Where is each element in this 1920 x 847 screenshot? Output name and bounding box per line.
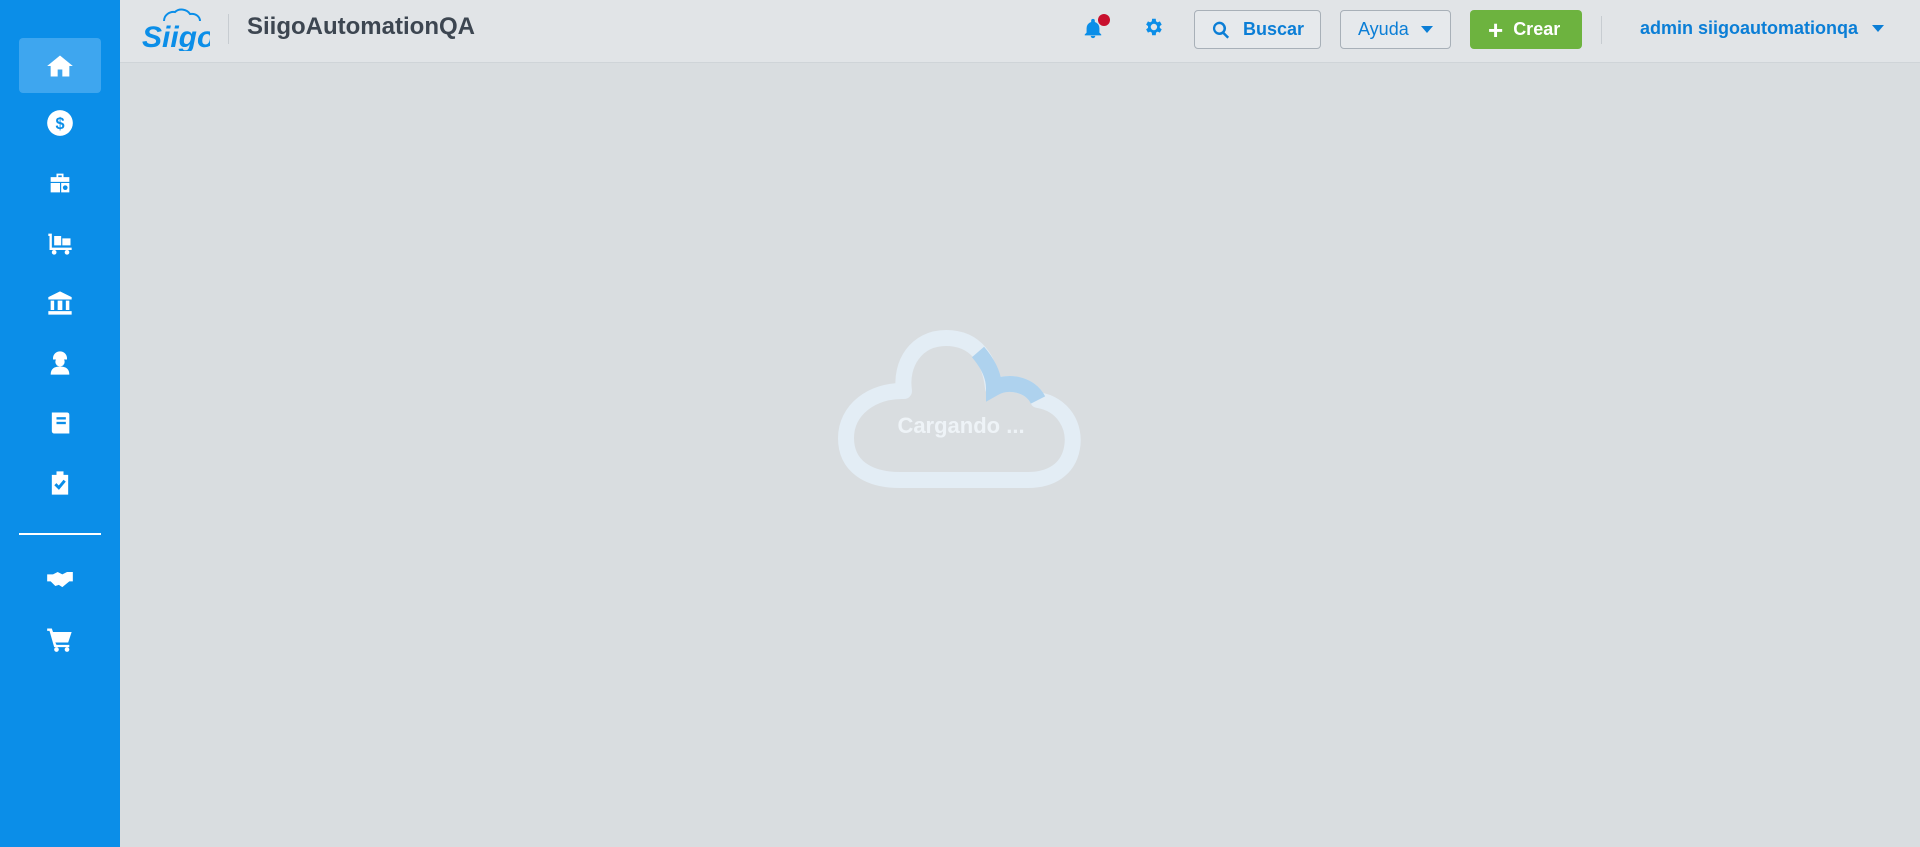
sidebar-item-banks[interactable] — [19, 275, 101, 330]
loading-indicator: Cargando ... — [838, 328, 1084, 488]
create-button[interactable]: + Crear — [1470, 10, 1582, 49]
help-dropdown[interactable]: Ayuda — [1340, 10, 1451, 49]
book-icon — [51, 412, 70, 433]
header-divider — [1601, 16, 1602, 44]
handshake-icon — [47, 571, 73, 587]
search-button[interactable]: Buscar — [1194, 10, 1321, 49]
svg-text:Siigo: Siigo — [142, 21, 210, 51]
home-icon — [47, 55, 73, 76]
loading-text: Cargando ... — [897, 413, 1025, 438]
sidebar-item-payroll[interactable] — [19, 335, 101, 390]
gear-icon — [1146, 18, 1162, 36]
sidebar-item-inventory[interactable] — [19, 215, 101, 270]
sidebar-divider — [19, 533, 101, 535]
shopping-cart-icon — [47, 628, 72, 652]
briefcase-icon — [50, 173, 70, 192]
sidebar-item-store[interactable] — [19, 611, 101, 666]
search-label: Buscar — [1243, 19, 1305, 39]
sidebar-item-accounting[interactable] — [19, 395, 101, 450]
chevron-down-icon — [1420, 26, 1433, 33]
bank-icon — [48, 290, 72, 315]
dollar-icon: $ — [47, 109, 73, 136]
top-header: Siigo SiigoAutomationQA Buscar Ayuda + C… — [120, 0, 1920, 63]
settings-button[interactable] — [1142, 16, 1166, 40]
siigo-logo[interactable]: Siigo — [140, 7, 215, 54]
sidebar-item-sales[interactable] — [19, 155, 101, 210]
company-name: SiigoAutomationQA — [247, 13, 475, 40]
chevron-down-icon — [1872, 25, 1885, 32]
worker-icon — [50, 350, 70, 375]
plus-icon: + — [1488, 14, 1504, 45]
sidebar-item-partners[interactable] — [19, 551, 101, 606]
clipboard-check-icon — [51, 470, 69, 495]
logo-divider — [228, 14, 229, 44]
svg-text:$: $ — [55, 114, 64, 132]
user-name: admin siigoautomationqa — [1640, 18, 1859, 38]
search-icon — [1212, 21, 1230, 39]
sidebar-item-reports[interactable] — [19, 455, 101, 510]
sidebar: $ — [0, 0, 120, 847]
sidebar-item-finance[interactable]: $ — [19, 95, 101, 150]
notifications-button[interactable] — [1080, 14, 1110, 42]
sidebar-item-home[interactable] — [19, 38, 101, 93]
create-label: Crear — [1513, 19, 1561, 39]
user-menu[interactable]: admin siigoautomationqa — [1640, 18, 1885, 39]
cloud-spinner-icon — [838, 330, 1081, 488]
inventory-cart-icon — [48, 233, 72, 255]
help-label: Ayuda — [1358, 19, 1409, 39]
notification-dot — [1098, 14, 1110, 26]
